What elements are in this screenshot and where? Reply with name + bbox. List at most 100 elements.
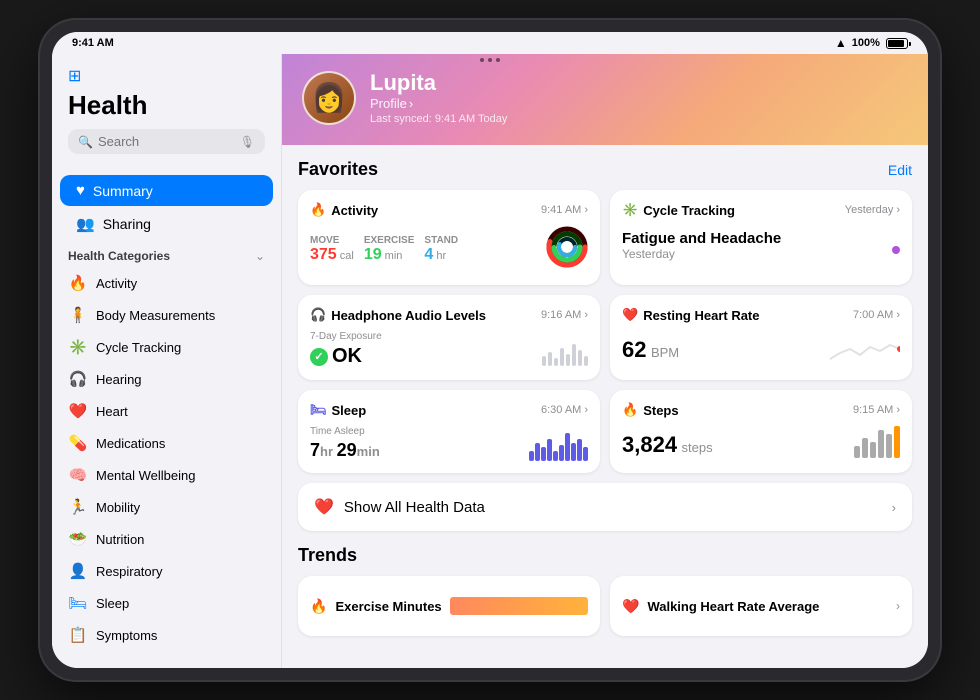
mobility-icon: 🏃: [68, 497, 88, 517]
sidebar-item-mental[interactable]: 🧠 Mental Wellbeing: [52, 459, 281, 491]
stand-stat: Stand 4 hr: [424, 235, 458, 264]
sidebar-item-sharing[interactable]: 👥 Sharing: [60, 208, 273, 240]
headphone-card[interactable]: 🎧 Headphone Audio Levels 9:16 AM ›: [298, 295, 600, 380]
medications-label: Medications: [96, 436, 165, 451]
summary-icon: ♥: [76, 182, 85, 199]
app-title: Health: [68, 90, 265, 121]
medications-icon: 💊: [68, 433, 88, 453]
wifi-icon: ▲: [835, 36, 847, 50]
sleep-label: Sleep: [96, 596, 129, 611]
sidebar-item-sharing-label: Sharing: [103, 216, 151, 232]
activity-card[interactable]: 🔥 Activity 9:41 AM ›: [298, 190, 600, 285]
chevron-down-icon[interactable]: ⌄: [255, 249, 265, 263]
profile-sync: Last synced: 9:41 AM Today: [370, 113, 507, 125]
chevron-right-icon: ›: [892, 500, 896, 515]
mental-icon: 🧠: [68, 465, 88, 485]
heart-rate-value-group: 62 BPM: [622, 337, 679, 363]
activity-card-time: 9:41 AM ›: [541, 204, 588, 216]
sidebar-item-cycle[interactable]: ✳️ Cycle Tracking: [52, 331, 281, 363]
ok-badge: ✓ OK: [310, 345, 382, 368]
sidebar-item-respiratory[interactable]: 👤 Respiratory: [52, 555, 281, 587]
sidebar-item-mobility[interactable]: 🏃 Mobility: [52, 491, 281, 523]
heart-rate-content: 62 BPM: [622, 331, 900, 363]
activity-rings: [546, 226, 588, 273]
battery-icon: 100%: [852, 37, 908, 49]
body-label: Body Measurements: [96, 308, 215, 323]
trend-exercise-card[interactable]: 🔥 Exercise Minutes: [298, 576, 600, 636]
respiratory-icon: 👤: [68, 561, 88, 581]
cycle-tracking-card[interactable]: ✳️ Cycle Tracking Yesterday ›: [610, 190, 912, 285]
cycle-symptom-info: Fatigue and Headache Yesterday: [622, 226, 781, 261]
sleep-label: Time Asleep: [310, 426, 380, 437]
cycle-label: Cycle Tracking: [96, 340, 181, 355]
edit-button[interactable]: Edit: [888, 162, 912, 178]
chevron-right-icon: ›: [896, 204, 900, 216]
trend-walking-hr-label: Walking Heart Rate Average: [647, 599, 819, 614]
cycle-card-title: ✳️ Cycle Tracking: [622, 202, 735, 218]
body-icon: 🧍: [68, 305, 88, 325]
sidebar-panels-icon[interactable]: ⊞: [68, 66, 265, 86]
steps-content: 3,824 steps: [622, 426, 900, 458]
search-input[interactable]: [98, 134, 235, 149]
steps-value: 3,824: [622, 432, 677, 457]
trend-exercise-bar: [450, 597, 588, 615]
headphone-card-title: 🎧 Headphone Audio Levels: [310, 307, 486, 323]
sharing-icon: 👥: [76, 215, 95, 233]
cycle-card-header: ✳️ Cycle Tracking Yesterday ›: [622, 202, 900, 218]
sidebar-item-summary[interactable]: ♥ Summary: [60, 175, 273, 206]
favorites-label: Favorites: [298, 159, 378, 180]
sleep-card-header: 🛏 Sleep 6:30 AM ›: [310, 402, 588, 418]
mic-icon: 🎙: [240, 135, 255, 149]
sidebar-item-activity[interactable]: 🔥 Activity: [52, 267, 281, 299]
heart-label: Heart: [96, 404, 128, 419]
sleep-value-group: Time Asleep 7hr 29min: [310, 426, 380, 461]
status-bar: 9:41 AM ▲ 100%: [52, 32, 928, 54]
chevron-right-icon: ›: [896, 404, 900, 416]
app-body: ⊞ Health 🔍 🎙 ♥ Summary 👥 Sharing: [52, 54, 928, 668]
trends-cards: 🔥 Exercise Minutes ❤️ Walking Heart Rate…: [298, 576, 912, 636]
trends-header: Trends: [298, 545, 912, 566]
sidebar: ⊞ Health 🔍 🎙 ♥ Summary 👥 Sharing: [52, 54, 282, 668]
show-all-text: Show All Health Data: [344, 499, 485, 516]
sidebar-header: ⊞ Health 🔍 🎙: [52, 66, 281, 174]
sidebar-item-sleep[interactable]: 🛏 Sleep: [52, 587, 281, 619]
avatar[interactable]: 👩: [302, 71, 356, 125]
health-categories-label: Health Categories: [68, 249, 170, 263]
symptoms-icon: 📋: [68, 625, 88, 645]
steps-chart: [854, 426, 900, 458]
nutrition-icon: 🥗: [68, 529, 88, 549]
headphone-content: 7-Day Exposure ✓ OK: [310, 331, 588, 368]
mental-label: Mental Wellbeing: [96, 468, 195, 483]
heart-rate-card-title: ❤️ Resting Heart Rate: [622, 307, 760, 323]
sleep-icon: 🛏: [68, 593, 88, 613]
chevron-right-icon: ›: [584, 309, 588, 321]
trend-exercise-label: Exercise Minutes: [335, 599, 441, 614]
sleep-card[interactable]: 🛏 Sleep 6:30 AM › Time Asleep: [298, 390, 600, 473]
steps-card[interactable]: 🔥 Steps 9:15 AM › 3,824: [610, 390, 912, 473]
show-all-health-data[interactable]: ❤️ Show All Health Data ›: [298, 483, 912, 531]
headphone-status: 7-Day Exposure ✓ OK: [310, 331, 382, 368]
headphone-bar-chart: [542, 334, 588, 366]
steps-unit: steps: [682, 440, 713, 455]
profile-link[interactable]: Profile ›: [370, 96, 507, 111]
sidebar-item-heart[interactable]: ❤️ Heart: [52, 395, 281, 427]
sidebar-item-symptoms[interactable]: 📋 Symptoms: [52, 619, 281, 651]
heart-icon: ❤️: [68, 401, 88, 421]
activity-label: Activity: [96, 276, 137, 291]
heart-rate-card-header: ❤️ Resting Heart Rate 7:00 AM ›: [622, 307, 900, 323]
sidebar-item-nutrition[interactable]: 🥗 Nutrition: [52, 523, 281, 555]
search-bar[interactable]: 🔍 🎙: [68, 129, 265, 154]
trend-exercise-icon: 🔥: [310, 598, 327, 615]
sidebar-item-hearing[interactable]: 🎧 Hearing: [52, 363, 281, 395]
heart-rate-card[interactable]: ❤️ Resting Heart Rate 7:00 AM ›: [610, 295, 912, 380]
activity-card-header: 🔥 Activity 9:41 AM ›: [310, 202, 588, 218]
sleep-chart: [529, 433, 588, 461]
sidebar-item-medications[interactable]: 💊 Medications: [52, 427, 281, 459]
trend-walking-hr-card[interactable]: ❤️ Walking Heart Rate Average ›: [610, 576, 912, 636]
steps-card-title: 🔥 Steps: [622, 402, 679, 418]
heart-icon-show-all: ❤️: [314, 497, 334, 517]
activity-card-title: 🔥 Activity: [310, 202, 378, 218]
sidebar-item-body[interactable]: 🧍 Body Measurements: [52, 299, 281, 331]
profile-header: 👩 Lupita Profile › Last synced: 9:41 AM …: [282, 54, 928, 145]
headphone-card-time: 9:16 AM ›: [541, 309, 588, 321]
